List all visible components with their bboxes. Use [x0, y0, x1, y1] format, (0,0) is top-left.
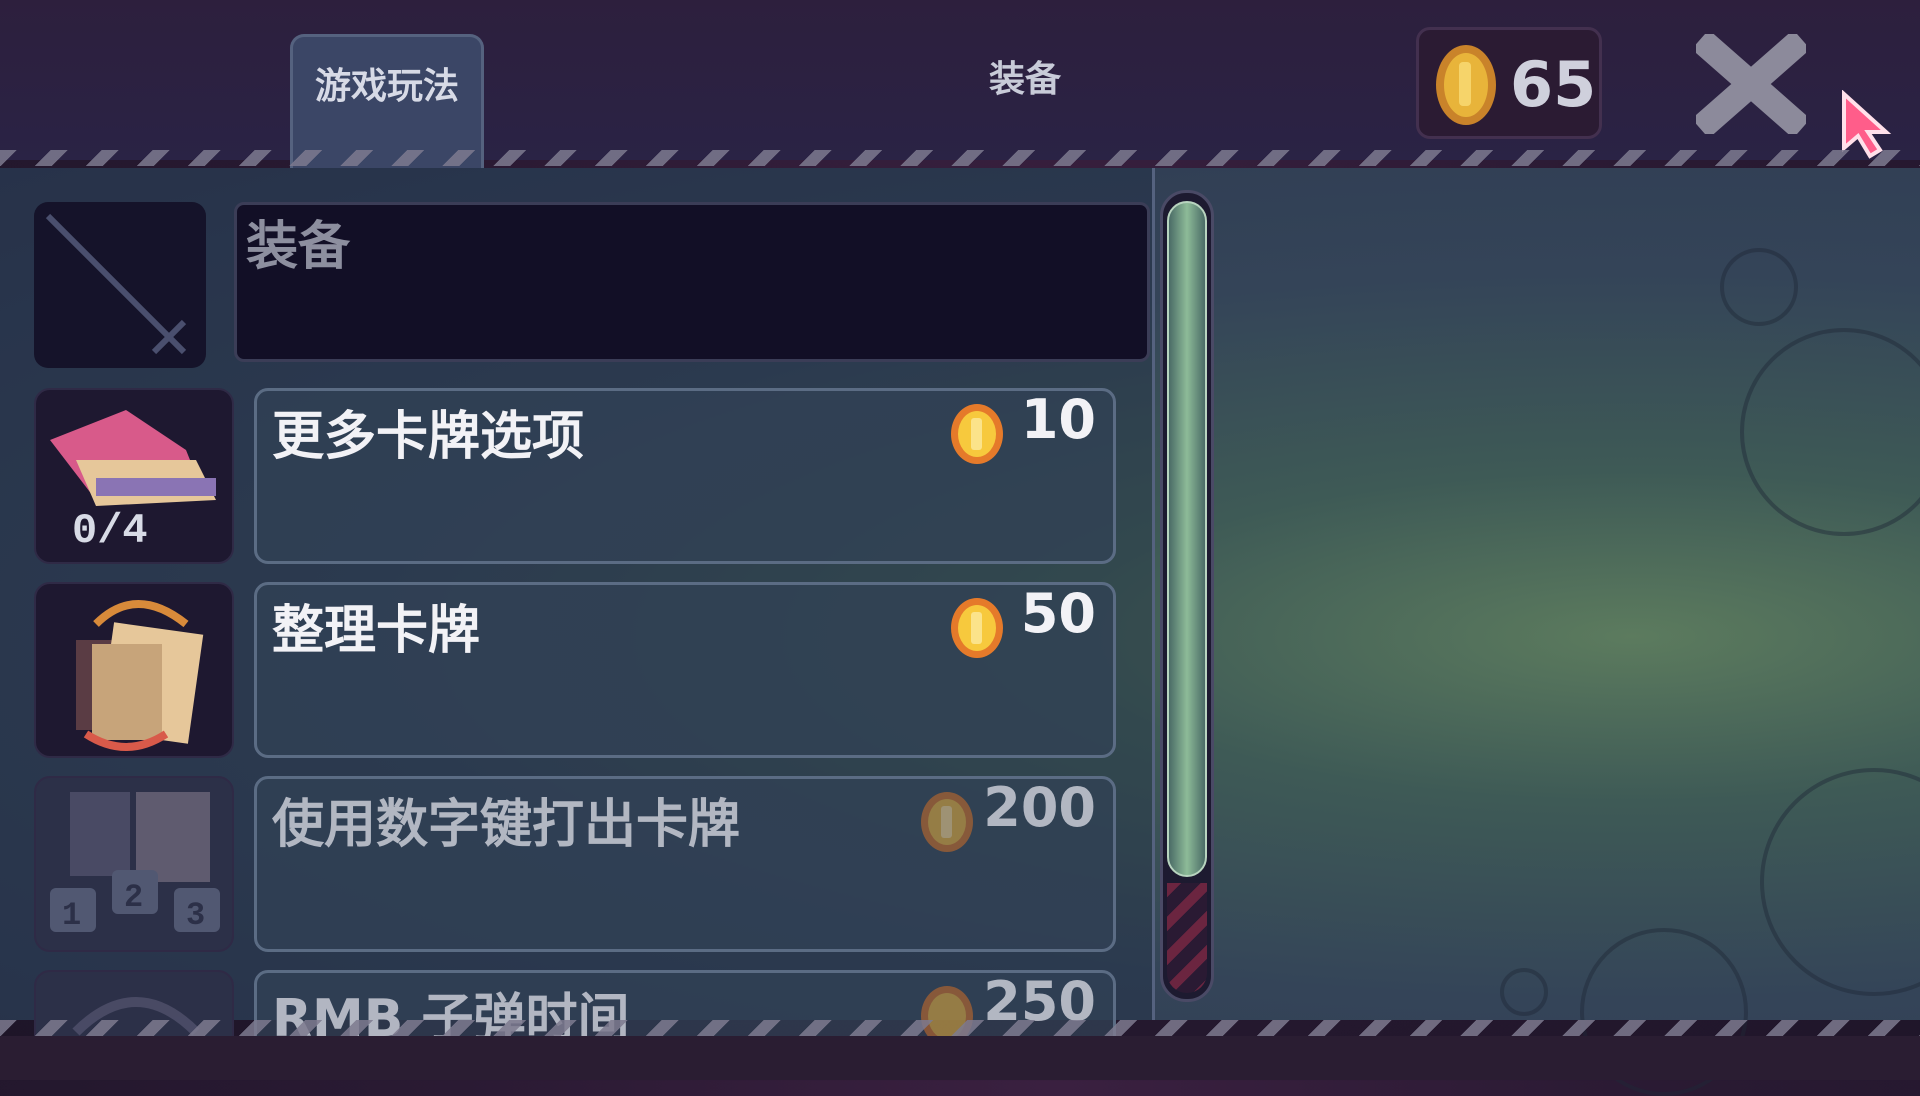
- close-icon: [1691, 29, 1811, 139]
- organize-cards-icon: [34, 582, 234, 758]
- item-price: 200: [983, 776, 1096, 839]
- key-2: 2: [124, 879, 143, 916]
- scrollbar-thumb[interactable]: [1167, 201, 1207, 877]
- tab-equipment[interactable]: 装备: [940, 50, 1110, 102]
- currency-amount: 65: [1510, 48, 1597, 121]
- section-title: 装备: [246, 217, 351, 277]
- number-keys-cards-icon: 1 2 3: [34, 776, 234, 952]
- coin-icon: [921, 792, 973, 852]
- item-name: 使用数字键打出卡牌: [272, 795, 741, 855]
- coin-icon: [1436, 45, 1496, 125]
- item-name: 更多卡牌选项: [272, 407, 585, 467]
- tab-gameplay[interactable]: 游戏玩法: [290, 34, 484, 168]
- sword-icon: [34, 202, 206, 368]
- key-1: 1: [62, 897, 81, 934]
- key-3: 3: [186, 897, 205, 934]
- shop-item[interactable]: 0/4 更多卡牌选项 10: [34, 388, 1116, 564]
- shop-item[interactable]: 1 2 3 使用数字键打出卡牌 200: [34, 776, 1116, 952]
- shop-item[interactable]: 整理卡牌 50: [34, 582, 1116, 758]
- item-name: 整理卡牌: [272, 601, 481, 661]
- item-price: 50: [1020, 582, 1096, 645]
- item-price: 10: [1020, 388, 1096, 451]
- hazard-stripe-bottom: [0, 1020, 1920, 1036]
- hazard-stripe-top: [0, 150, 1920, 166]
- tab-equipment-label: 装备: [988, 59, 1061, 100]
- section-header: 装备: [34, 202, 1150, 368]
- coin-icon: [951, 598, 1003, 658]
- coin-icon: [951, 404, 1003, 464]
- item-badge: 0/4: [72, 507, 148, 555]
- scrollbar[interactable]: [1160, 190, 1214, 1002]
- close-button[interactable]: [1691, 29, 1811, 139]
- hand-cards-icon: 0/4: [34, 388, 234, 564]
